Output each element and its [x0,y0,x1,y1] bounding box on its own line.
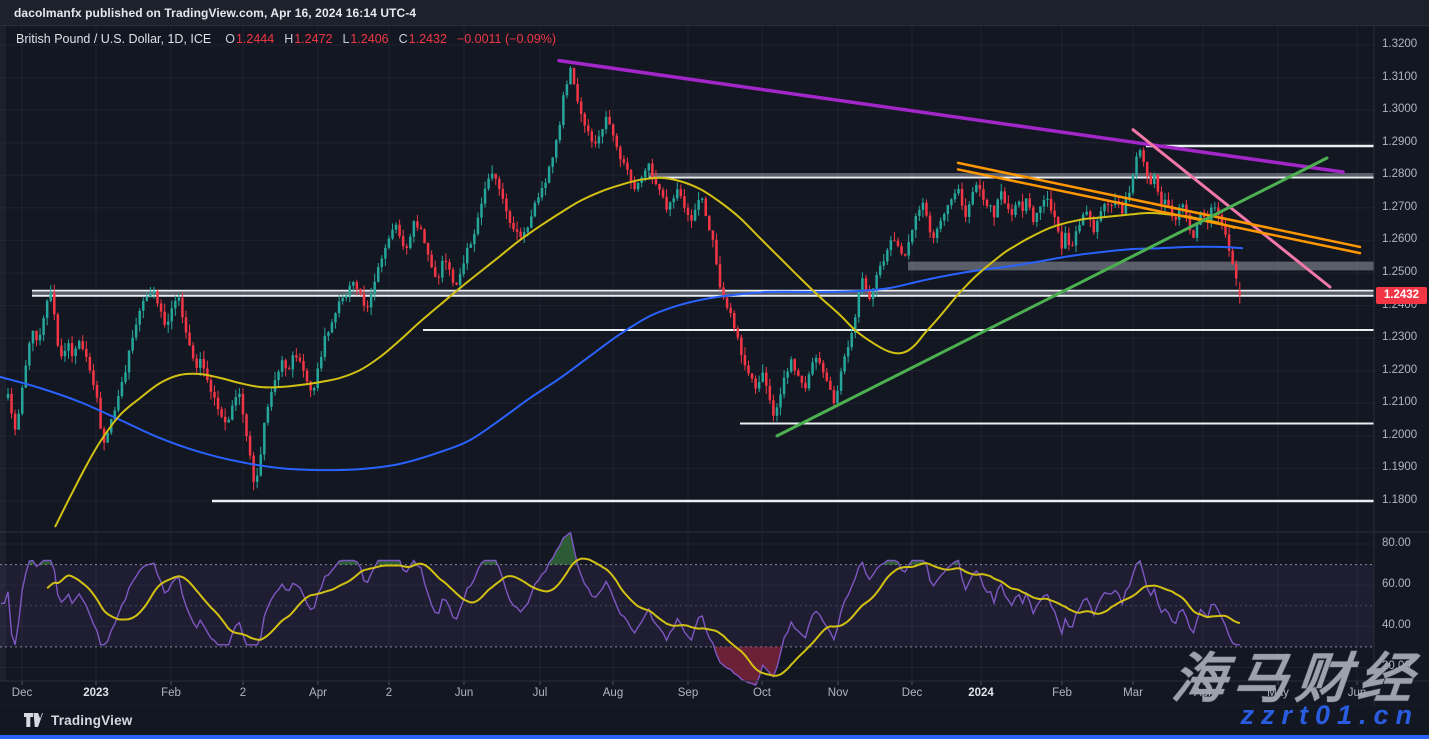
time-tick-label: Oct [753,687,771,699]
open-label: O [225,32,235,46]
chart-left-edge [0,26,6,681]
price-tick-label: 1.3000 [1382,103,1418,116]
time-tick-label: Feb [161,687,181,699]
price-tick-label: 1.2600 [1382,233,1418,246]
symbol-legend[interactable]: British Pound / U.S. Dollar, 1D, ICE O 1… [16,31,556,47]
rsi-tick-label: 80.00 [1382,537,1411,549]
time-tick-label: Apr [309,687,327,699]
price-tick-label: 1.2100 [1382,396,1418,409]
tradingview-logo-text[interactable]: TradingView [51,713,132,728]
bottom-accent-bar [0,735,1429,739]
last-price-label[interactable]: 1.2432 [1376,286,1427,304]
low-value: 1.2406 [350,32,389,46]
change-value: −0.0011 (−0.09%) [456,32,557,46]
rsi-overbought-fill [28,532,1142,565]
last-price-value: 1.2432 [1383,289,1420,302]
rsi-tick-label: 40.00 [1382,619,1411,632]
price-tick-label: 1.2500 [1382,266,1418,278]
price-tick-label: 1.1800 [1382,494,1418,506]
time-tick-label: Jul [532,687,548,699]
tradingview-published-chart: dacolmanfx published on TradingView.com,… [0,0,1429,739]
price-tick-label: 1.3200 [1382,38,1418,50]
close-value: 1.2432 [408,32,447,46]
moving-averages [0,176,1244,528]
price-tick-label: 1.1900 [1382,461,1418,474]
watermark-url: zzrt01.cn [1240,700,1419,730]
price-tick-label: 1.3100 [1382,70,1418,83]
price-tick-label: 1.2300 [1382,331,1418,344]
chart-canvas[interactable] [0,0,1429,739]
rsi-tick-label: 60.00 [1382,578,1411,591]
time-tick-label: 2024 [968,687,994,699]
low-label: L [342,32,350,46]
high-value: 1.2472 [294,32,333,46]
high-label: H [284,32,294,46]
price-tick-label: 1.2900 [1382,135,1418,148]
open-value: 1.2444 [235,32,275,46]
time-tick-label: Dec [11,687,33,699]
time-tick-label: Nov [827,687,849,699]
price-tick-label: 1.2000 [1382,428,1418,441]
time-tick-label: Sep [677,687,699,699]
close-label: C [398,32,408,46]
time-tick-label: 2 [239,687,247,699]
up-bodies [6,67,1217,482]
price-tick-label: 1.2700 [1382,200,1418,213]
tradingview-logo-icon[interactable] [24,713,43,728]
time-tick-label: Jun [454,687,474,699]
time-tick-label: Dec [901,687,923,699]
time-tick-label: 2023 [83,687,109,699]
price-tick-label: 1.2200 [1382,363,1418,376]
time-tick-label: 2 [385,687,393,699]
time-tick-label: Feb [1052,687,1072,699]
time-tick-label: Aug [602,687,624,699]
symbol-title: British Pound / U.S. Dollar, 1D, ICE [16,32,212,46]
time-tick-label: Mar [1123,687,1143,699]
slow-ma-line [0,245,1244,472]
price-tick-label: 1.2800 [1382,168,1418,181]
